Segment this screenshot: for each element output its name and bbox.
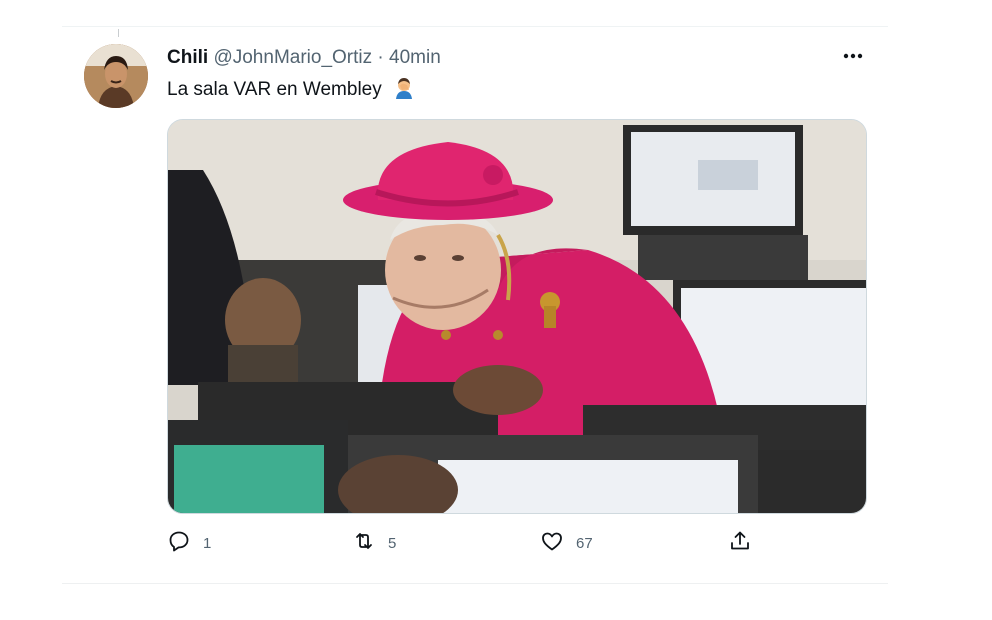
reply-button[interactable]: 1 — [167, 528, 211, 558]
more-horizontal-icon[interactable] — [838, 44, 868, 68]
like-count: 67 — [576, 534, 593, 552]
share-button[interactable] — [728, 528, 752, 558]
retweet-icon — [352, 529, 376, 558]
author-name[interactable]: Chili — [167, 47, 208, 68]
retweet-button[interactable]: 5 — [352, 528, 396, 558]
tweet-text: La sala VAR en Wembley — [167, 77, 415, 103]
tweet-text-content: La sala VAR en Wembley — [167, 79, 382, 100]
tweet-media-photo[interactable] — [167, 119, 867, 514]
like-icon — [540, 529, 564, 558]
like-button[interactable]: 67 — [540, 528, 593, 558]
man-facepalming-emoji — [393, 77, 415, 99]
reply-icon — [167, 529, 191, 558]
tweet-actions: 1 5 67 — [167, 528, 787, 558]
tweet-header: Chili @JohnMario_Ortiz · 40min — [167, 46, 441, 70]
separator-dot: · — [377, 47, 384, 68]
retweet-count: 5 — [388, 534, 397, 552]
author-handle[interactable]: @JohnMario_Ortiz — [213, 47, 372, 68]
thread-line — [118, 29, 119, 37]
avatar[interactable] — [84, 44, 148, 108]
timestamp[interactable]: 40min — [389, 47, 441, 68]
share-icon — [728, 529, 752, 558]
reply-count: 1 — [203, 534, 212, 552]
